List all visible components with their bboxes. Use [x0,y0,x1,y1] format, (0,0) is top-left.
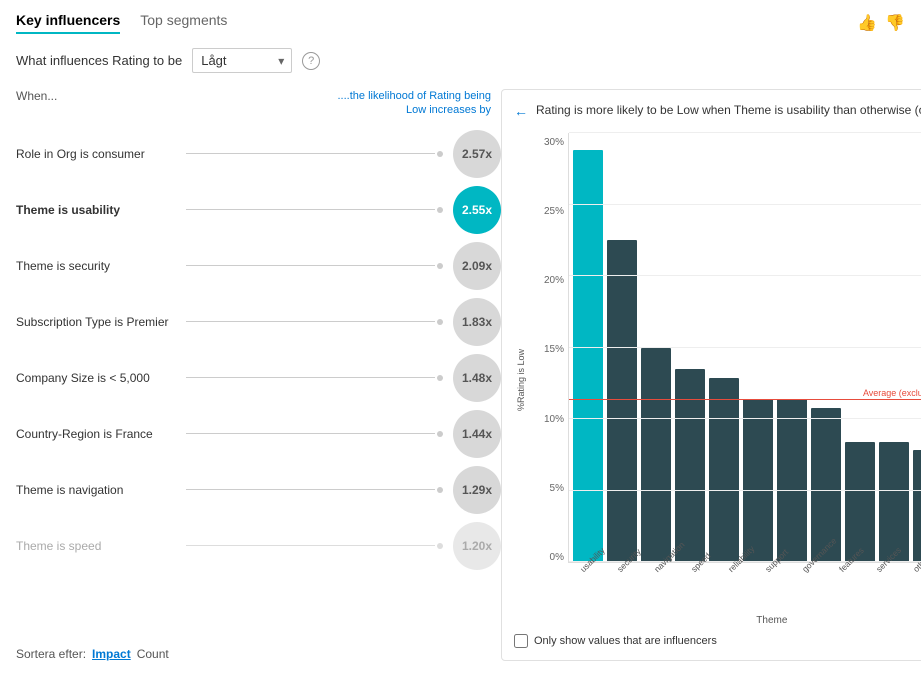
influencer-label: Company Size is < 5,000 [16,371,176,385]
y-label: 25% [544,206,564,217]
bar-design [913,450,921,562]
list-item[interactable]: Role in Org is consumer 2.57x [16,128,501,180]
panel-title: Rating is more likely to be Low when The… [536,102,921,119]
list-item[interactable]: Theme is usability 2.55x [16,184,501,236]
y-label: 15% [544,344,564,355]
y-label: 30% [544,137,564,148]
influencer-bubble: 2.57x [453,130,501,178]
filter-select-wrapper[interactable]: Lågt [192,48,292,73]
bar-navigation [641,348,671,563]
influencer-label: Theme is navigation [16,483,176,497]
bar-support [743,399,773,562]
influencer-label: Country-Region is France [16,427,176,441]
thumbs-down-icon[interactable]: 👎 [885,13,905,33]
influencer-bubble: 1.29x [453,466,501,514]
x-axis-title: Theme [528,615,921,626]
list-item[interactable]: Theme is navigation 1.29x [16,464,501,516]
thumbs-up-icon[interactable]: 👍 [857,13,877,33]
sort-row: Sortera efter: Impact Count [16,647,169,661]
bar-security [607,240,637,562]
sort-count-button[interactable]: Count [137,647,169,661]
bar-other [879,442,909,562]
bar-services [845,442,875,562]
bar-reliability [709,378,739,562]
chart-area: %Rating is Low 30% 25% 20% 15% 10% 5% [514,133,921,626]
influencer-bubble: 2.09x [453,242,501,290]
filter-label: What influences Rating to be [16,53,182,68]
bar-usability [573,150,603,562]
influencer-bubble: 2.55x [453,186,501,234]
list-item[interactable]: Theme is security 2.09x [16,240,501,292]
bar-features [811,408,841,562]
list-item[interactable]: Country-Region is France 1.44x [16,408,501,460]
y-label: 10% [544,414,564,425]
influencers-checkbox[interactable] [514,634,528,648]
y-label: 20% [544,275,564,286]
bar-governance [777,399,807,562]
help-icon[interactable]: ? [302,52,320,70]
tab-top-segments[interactable]: Top segments [140,12,227,34]
influencer-bubble: 1.83x [453,298,501,346]
influencer-label: Theme is speed [16,539,176,553]
list-item[interactable]: Theme is speed 1.20x [16,520,501,572]
influencer-bubble: 1.20x [453,522,501,570]
sort-label: Sortera efter: [16,647,86,661]
influencer-label: Subscription Type is Premier [16,315,176,329]
checkbox-row[interactable]: Only show values that are influencers [514,634,921,648]
y-label: 0% [550,552,564,563]
influencer-label: Theme is usability [16,203,176,217]
back-arrow-icon[interactable]: ← [514,103,528,119]
list-item[interactable]: Company Size is < 5,000 1.48x [16,352,501,404]
checkbox-label: Only show values that are influencers [534,635,717,647]
influencer-label: Role in Org is consumer [16,147,176,161]
influencer-bubble: 1.44x [453,410,501,458]
col-when-label: When... [16,89,57,118]
bars-container: Average (excluding selected): 11.35% [568,133,921,563]
tab-key-influencers[interactable]: Key influencers [16,12,120,34]
y-label: 5% [550,483,564,494]
x-axis: usability security navigation speed reli… [568,563,921,613]
bar-speed [675,369,705,562]
avg-label: Average (excluding selected): 11.35% [863,388,921,398]
col-likelihood-label: ....the likelihood of Rating being Low i… [331,89,491,118]
y-axis: 30% 25% 20% 15% 10% 5% 0% [528,133,568,613]
influencer-bubble: 1.48x [453,354,501,402]
sort-impact-button[interactable]: Impact [92,647,131,661]
influencers-list: Role in Org is consumer 2.57x Theme is u… [16,128,501,640]
list-item[interactable]: Subscription Type is Premier 1.83x [16,296,501,348]
y-axis-title: %Rating is Low [516,348,526,410]
right-panel: ← Rating is more likely to be Low when T… [501,89,921,661]
influencer-label: Theme is security [16,259,176,273]
filter-select[interactable]: Lågt [192,48,292,73]
